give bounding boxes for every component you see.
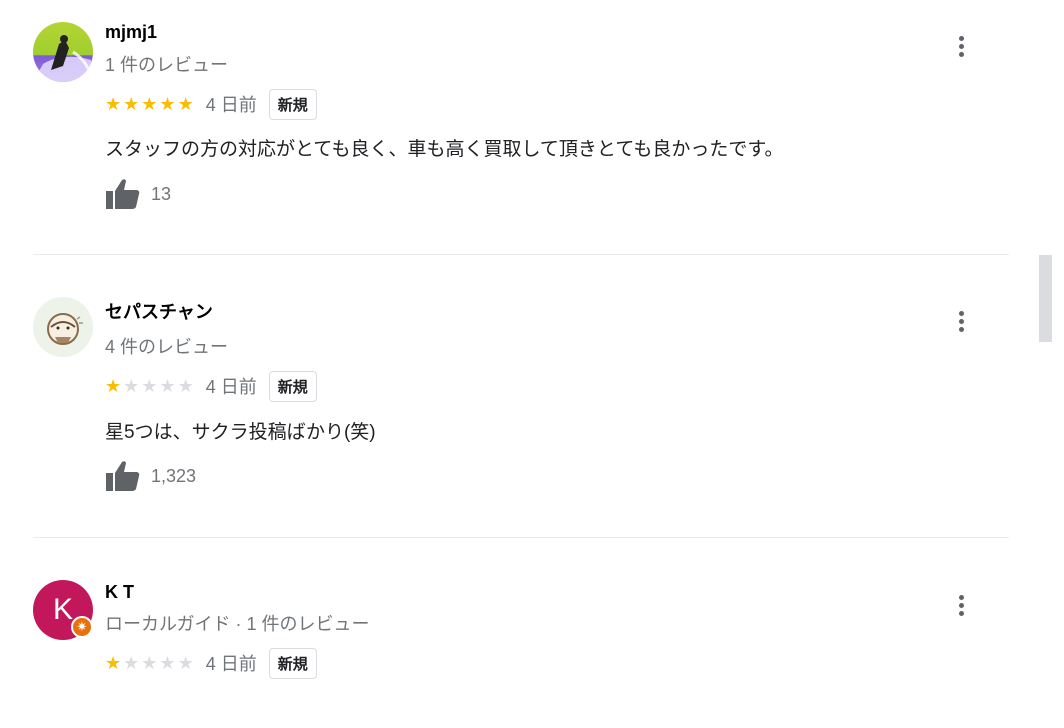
- reviewer-name[interactable]: mjmj1: [105, 22, 157, 43]
- review-text: スタッフの方の対応がとても良く、車も高く買取して頂きとても良かったです。: [105, 139, 784, 160]
- local-guide-icon: ✷: [71, 616, 93, 638]
- reviewer-meta: 1 件のレビュー: [105, 55, 229, 75]
- review-item: mjmj1 1 件のレビュー ★ ★ ★ ★ ★ 4 日前 新規 スタッフの方の…: [33, 0, 1009, 254]
- star-icon: ★: [123, 376, 140, 396]
- star-icon: ★: [123, 94, 140, 114]
- star-icon: ★: [105, 653, 122, 673]
- star-icon: ★: [159, 94, 176, 114]
- star-icon: ★: [177, 653, 194, 673]
- reviewer-meta: ローカルガイド · 1 件のレビュー: [105, 614, 370, 634]
- more-vert-icon: [958, 310, 964, 316]
- star-icon: ★: [177, 376, 194, 396]
- star-icon: ★: [105, 376, 122, 396]
- review-date: 4 日前: [205, 654, 257, 674]
- star-icon: ★: [141, 94, 158, 114]
- star-rating: ★ ★ ★ ★ ★: [105, 653, 194, 673]
- like-button[interactable]: 13: [105, 178, 171, 210]
- more-options-button[interactable]: [951, 31, 971, 61]
- star-icon: ★: [105, 94, 122, 114]
- star-icon: ★: [159, 376, 176, 396]
- review-item: K ✷ K T ローカルガイド · 1 件のレビュー ★ ★ ★ ★ ★ 4 日…: [33, 538, 1009, 728]
- new-badge: 新規: [268, 647, 317, 679]
- review-date: 4 日前: [205, 377, 257, 397]
- review-item: セパスチャン 4 件のレビュー ★ ★ ★ ★ ★ 4 日前 新規 星5つは、サ…: [33, 255, 1009, 537]
- more-vert-icon: [958, 35, 964, 41]
- reviewer-avatar[interactable]: [33, 297, 93, 357]
- review-text: 星5つは、サクラ投稿ばかり(笑): [105, 422, 376, 443]
- star-icon: ★: [141, 653, 158, 673]
- star-rating: ★ ★ ★ ★ ★: [105, 94, 194, 114]
- reviewer-avatar[interactable]: [33, 22, 93, 82]
- more-options-button[interactable]: [951, 590, 971, 620]
- star-icon: ★: [177, 94, 194, 114]
- star-rating: ★ ★ ★ ★ ★: [105, 376, 194, 396]
- rating-row: ★ ★ ★ ★ ★ 4 日前 新規: [105, 88, 317, 120]
- avatar-letter: K: [52, 593, 73, 626]
- like-count: 13: [151, 183, 172, 204]
- star-icon: ★: [159, 653, 176, 673]
- reviewer-meta: 4 件のレビュー: [105, 337, 229, 357]
- rating-row: ★ ★ ★ ★ ★ 4 日前 新規: [105, 370, 317, 402]
- more-options-button[interactable]: [951, 306, 971, 336]
- reviews-list: mjmj1 1 件のレビュー ★ ★ ★ ★ ★ 4 日前 新規 スタッフの方の…: [33, 0, 1009, 728]
- new-badge: 新規: [268, 88, 317, 120]
- like-button[interactable]: 1,323: [105, 460, 196, 492]
- more-vert-icon: [958, 594, 964, 600]
- rating-row: ★ ★ ★ ★ ★ 4 日前 新規: [105, 647, 317, 679]
- star-icon: ★: [123, 653, 140, 673]
- scrollbar-thumb[interactable]: [1039, 255, 1052, 342]
- reviewer-name[interactable]: K T: [105, 582, 134, 603]
- star-icon: ★: [141, 376, 158, 396]
- reviewer-name[interactable]: セパスチャン: [105, 298, 213, 324]
- review-date: 4 日前: [205, 95, 257, 115]
- thumb-up-icon: [106, 461, 140, 491]
- thumb-up-icon: [106, 179, 140, 209]
- new-badge: 新規: [268, 370, 317, 402]
- like-count: 1,323: [151, 465, 197, 486]
